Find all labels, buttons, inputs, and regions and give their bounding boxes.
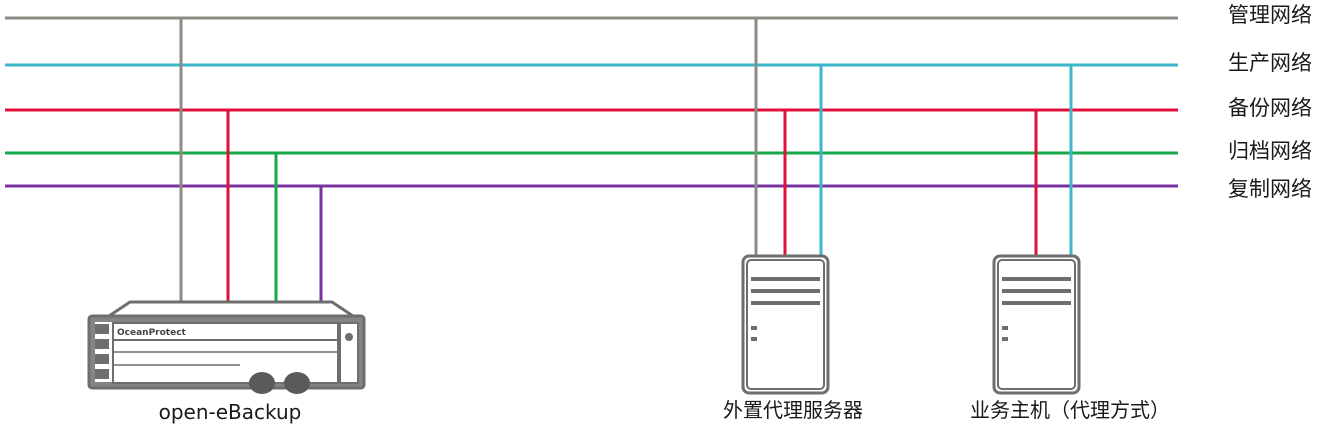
business-host-icon — [992, 254, 1081, 395]
network-label-archive: 归档网络 — [1228, 139, 1312, 163]
business-host-label: 业务主机（代理方式） — [970, 398, 1170, 422]
network-label-production: 生产网络 — [1228, 51, 1312, 75]
network-label-management: 管理网络 — [1228, 3, 1312, 27]
appliance-brand-text: OceanProtect — [117, 328, 187, 338]
proxy-server-label: 外置代理服务器 — [723, 398, 863, 422]
network-label-replication: 复制网络 — [1228, 177, 1312, 201]
appliance-label: open-eBackup — [158, 400, 302, 424]
network-label-backup: 备份网络 — [1228, 96, 1312, 120]
proxy-server-icon — [741, 254, 830, 395]
network-topology-diagram: OceanProtect — [5, 16, 1178, 395]
storage-appliance-icon: OceanProtect — [87, 300, 366, 394]
